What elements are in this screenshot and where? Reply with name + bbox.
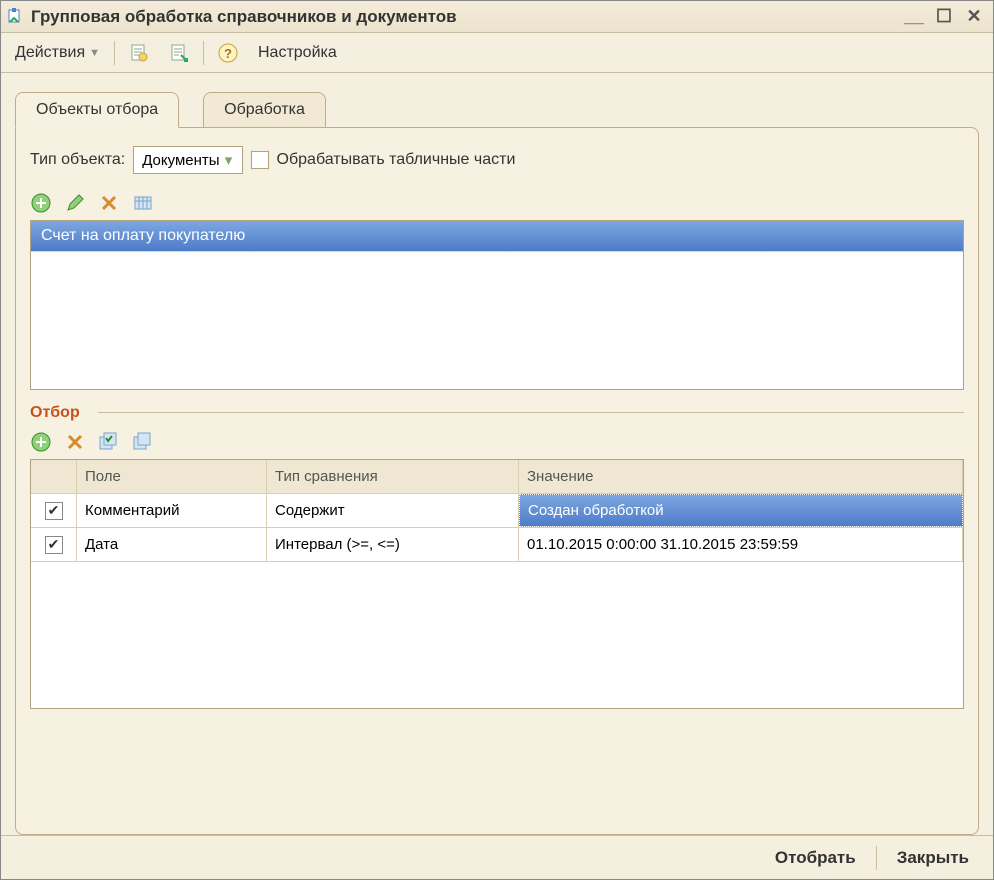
delete-object-button[interactable] [98,192,120,214]
object-type-combo[interactable]: Документы ▾ [133,146,242,174]
filter-title-text: Отбор [30,404,80,421]
process-tabular-checkbox[interactable] [251,151,269,169]
select-button[interactable]: Отобрать [767,844,864,872]
svg-text:?: ? [224,46,232,61]
maximize-button[interactable]: ☐ [931,6,957,28]
close-window-button[interactable]: ✕ [961,6,987,28]
filter-toolbar [30,431,964,453]
objects-toolbar [30,192,964,214]
add-icon [31,432,51,452]
minimize-button[interactable]: __ [901,6,927,28]
checkall-icon [99,432,119,452]
titlebar: Групповая обработка справочников и докум… [1,1,993,33]
app-window: Групповая обработка справочников и докум… [0,0,994,880]
content-area: Объекты отбора Обработка Тип объекта: До… [1,73,993,835]
table-row[interactable]: ✔ Комментарий Содержит Создан обработкой [31,494,963,528]
tab-panel-selection: Тип объекта: Документы ▾ Обрабатывать та… [15,127,979,835]
help-icon: ? [218,43,238,63]
object-type-label: Тип объекта: [30,151,125,169]
close-button[interactable]: Закрыть [889,844,977,872]
list-item[interactable]: Счет на оплату покупателю [31,221,963,252]
cell-value[interactable]: Создан обработкой [519,494,963,527]
row-checkbox[interactable]: ✔ [45,536,63,554]
object-type-value: Документы [142,152,219,169]
doc1-icon [129,43,149,63]
doc2-icon [169,43,189,63]
object-type-row: Тип объекта: Документы ▾ Обрабатывать та… [30,146,964,174]
process-tabular-label: Обрабатывать табличные части [277,151,516,169]
toolbar-separator [114,41,115,65]
col-comparison: Тип сравнения [267,460,519,493]
uncheckall-icon [133,432,153,452]
tab-selection[interactable]: Объекты отбора [15,92,179,128]
filter-table: Поле Тип сравнения Значение ✔ Комментари… [30,459,964,709]
edit-icon [65,193,85,213]
tab-processing[interactable]: Обработка [203,92,326,128]
settings-label: Настройка [258,44,337,62]
toolbar-doc2-button[interactable] [163,40,195,66]
chevron-down-icon: ▾ [220,151,238,169]
actions-menu[interactable]: Действия ▼ [9,41,106,65]
cell-value[interactable]: 01.10.2015 0:00:00 31.10.2015 23:59:59 [519,528,963,561]
settings-button[interactable]: Настройка [252,41,343,65]
toolbar-doc1-button[interactable] [123,40,155,66]
window-title: Групповая обработка справочников и докум… [31,7,897,27]
delete-filter-button[interactable] [64,431,86,453]
uncheck-all-button[interactable] [132,431,154,453]
add-icon [31,193,51,213]
col-check [31,460,77,493]
help-button[interactable]: ? [212,40,244,66]
filter-group-title: Отбор [30,404,964,422]
add-object-button[interactable] [30,192,52,214]
props-icon [133,193,153,213]
toolbar-separator [203,41,204,65]
col-field: Поле [77,460,267,493]
cell-field[interactable]: Комментарий [77,494,267,527]
footer-separator [876,846,877,870]
cell-comparison[interactable]: Интервал (>=, <=) [267,528,519,561]
delete-icon [99,193,119,213]
cell-field[interactable]: Дата [77,528,267,561]
actions-label: Действия [15,44,85,62]
tab-bar: Объекты отбора Обработка [15,91,979,127]
app-icon [7,8,25,26]
filter-header-row: Поле Тип сравнения Значение [31,460,963,494]
cell-comparison[interactable]: Содержит [267,494,519,527]
check-all-button[interactable] [98,431,120,453]
table-row[interactable]: ✔ Дата Интервал (>=, <=) 01.10.2015 0:00… [31,528,963,562]
object-props-button[interactable] [132,192,154,214]
main-toolbar: Действия ▼ ? Настройка [1,33,993,73]
objects-list[interactable]: Счет на оплату покупателю [30,220,964,390]
add-filter-button[interactable] [30,431,52,453]
edit-object-button[interactable] [64,192,86,214]
row-checkbox[interactable]: ✔ [45,502,63,520]
delete-icon [65,432,85,452]
chevron-down-icon: ▼ [89,47,100,59]
col-value: Значение [519,460,963,493]
footer-bar: Отобрать Закрыть [1,835,993,879]
